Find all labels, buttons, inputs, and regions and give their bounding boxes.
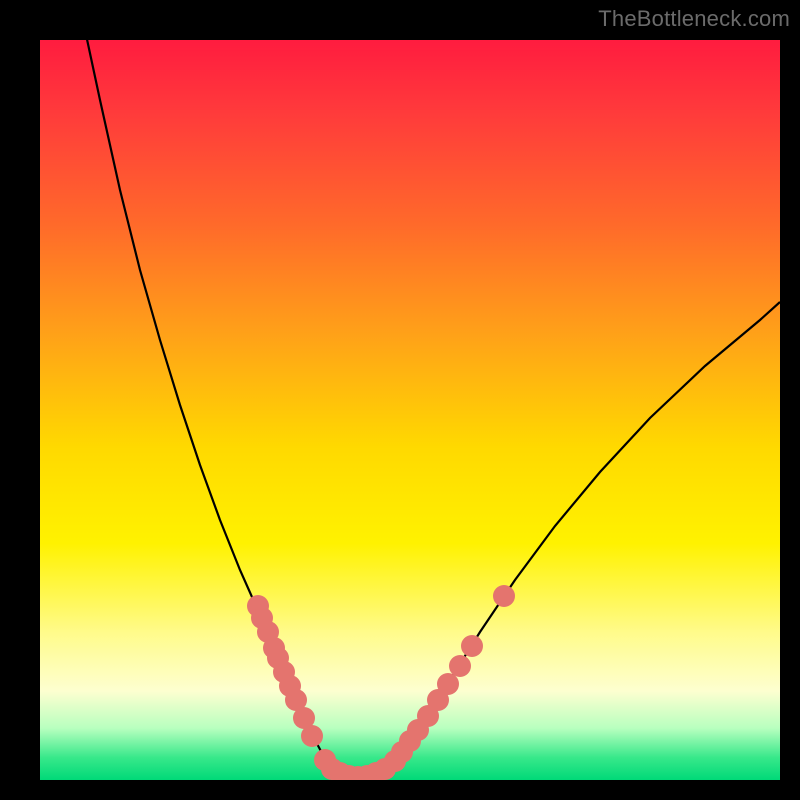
data-point bbox=[449, 655, 471, 677]
watermark-text: TheBottleneck.com bbox=[598, 6, 790, 32]
chart-svg bbox=[40, 40, 780, 780]
points-layer bbox=[247, 585, 515, 780]
data-point bbox=[461, 635, 483, 657]
curve-left-curve bbox=[85, 40, 330, 768]
data-point bbox=[437, 673, 459, 695]
chart-frame: TheBottleneck.com bbox=[0, 0, 800, 800]
data-point bbox=[493, 585, 515, 607]
data-point bbox=[301, 725, 323, 747]
curve-layer bbox=[85, 40, 780, 777]
plot-area bbox=[40, 40, 780, 780]
